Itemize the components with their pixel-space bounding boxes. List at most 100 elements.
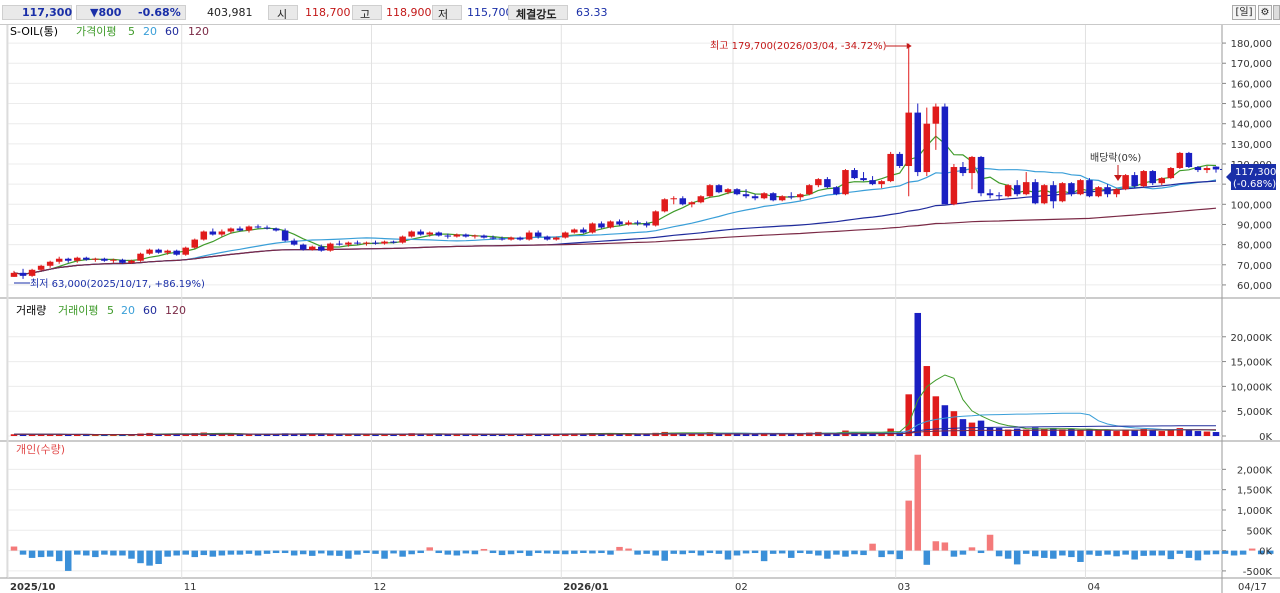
individual-bar (444, 550, 452, 555)
candle-body (1131, 175, 1138, 187)
volume-tick-label: 15,000K (1230, 358, 1272, 369)
period-button[interactable]: [일] (1232, 5, 1256, 20)
individual-bar (806, 550, 813, 554)
candle-body (806, 185, 813, 195)
candle-body (842, 170, 849, 195)
volume-bar (1149, 430, 1156, 436)
candle-body (46, 261, 54, 266)
candle-body (372, 242, 379, 244)
individual-bar (290, 550, 298, 556)
individual-bar (724, 550, 732, 560)
individual-bar (851, 550, 858, 555)
candle-body (959, 167, 967, 174)
individual-bar (1031, 550, 1039, 557)
candle-body (498, 238, 506, 240)
strength-label: 체결강도 (516, 8, 557, 21)
individual-bar (1158, 550, 1166, 556)
candle-body (426, 232, 433, 235)
individual-bar (1131, 550, 1138, 560)
candle-body (598, 223, 605, 228)
individual-tick-label: 0K (1259, 547, 1272, 558)
candle-body (860, 178, 867, 181)
individual-bar (299, 550, 307, 555)
volume-tick-label: 0K (1259, 432, 1272, 443)
candle-body (851, 170, 858, 179)
individual-bar (670, 550, 677, 554)
individual-bar (787, 550, 795, 558)
individual-bar (218, 550, 226, 556)
candle-body (146, 249, 153, 254)
candle-body (19, 272, 27, 276)
candle-body (1212, 166, 1220, 170)
x-right-label: 04/17 (1238, 582, 1267, 593)
volume-bar (950, 411, 958, 436)
individual-bar (182, 550, 189, 555)
volume-ma-line (13, 374, 1217, 436)
candle-body (1140, 171, 1147, 187)
volume-bar (1185, 429, 1193, 436)
candle-body (1104, 187, 1111, 195)
quote-bar: 117,300 ▼800 -0.68% 403,981 시 118,700 고 … (0, 0, 1280, 25)
individual-bar (923, 550, 931, 565)
candle-body (182, 247, 189, 255)
candle-body (218, 231, 226, 235)
candle-body (507, 237, 515, 240)
individual-bar (245, 550, 253, 554)
candle-body (408, 231, 415, 237)
candle-body (589, 223, 596, 233)
candle-body (254, 226, 262, 228)
individual-bar (598, 550, 605, 554)
open-price: 118,700 (305, 6, 351, 19)
price-tick-label: 70,000 (1237, 261, 1272, 272)
candle-body (580, 229, 587, 233)
gear-icon[interactable]: ⚙ (1258, 5, 1272, 20)
individual-bar (643, 550, 650, 554)
stock-chart[interactable]: 180,000 170,000 160,000 150,000 140,000 130,0… (0, 25, 1280, 593)
individual-bar (489, 550, 497, 554)
individual-bar (227, 550, 235, 555)
scroll-right-button[interactable] (1273, 5, 1280, 20)
high-annotation: 최고 179,700(2026/03/04, -34.72%) (710, 40, 887, 52)
individual-bar (571, 550, 578, 554)
candle-body (128, 260, 135, 263)
candle-body (797, 194, 804, 198)
candle-body (625, 222, 632, 225)
candle-body (290, 240, 298, 245)
volume-bar (986, 427, 994, 436)
candle-body (688, 202, 696, 205)
candle-body (299, 244, 307, 250)
volume-ma-lines (13, 374, 1217, 436)
individual-bar (869, 543, 876, 551)
individual-bars (10, 454, 1274, 571)
candle-body (833, 187, 840, 195)
individual-bar (543, 550, 551, 554)
current-price-tag-pct: (-0.68%) (1233, 179, 1276, 190)
individual-bar (55, 550, 63, 562)
individual-bar (679, 550, 687, 555)
individual-tick-label: -500K (1243, 567, 1273, 578)
individual-bar (1013, 550, 1021, 565)
volume-bar (977, 420, 985, 436)
individual-bar (1004, 550, 1012, 559)
dividend-annotation: 배당락(0%) (1090, 152, 1141, 164)
legend-vol-ma60: 60 (143, 304, 157, 317)
volume-tick-label: 10,000K (1230, 382, 1272, 393)
candle-body (760, 193, 768, 199)
candle-body (543, 236, 551, 240)
volume-bar (1104, 430, 1111, 436)
individual-bar (652, 550, 659, 556)
volume-bar (1131, 430, 1138, 436)
individual-bar (1194, 550, 1202, 561)
price-tick-label: 90,000 (1237, 220, 1272, 231)
candle-body (995, 195, 1003, 197)
candle-body (534, 232, 542, 237)
candle-body (363, 242, 370, 244)
individual-bar (625, 548, 632, 551)
legend-ma60: 60 (165, 25, 179, 38)
individual-bar (254, 550, 262, 556)
individual-bar (200, 550, 208, 556)
candle-body (715, 185, 723, 193)
individual-bar (896, 550, 903, 560)
candle-body (37, 265, 45, 270)
individual-bar (878, 550, 885, 558)
